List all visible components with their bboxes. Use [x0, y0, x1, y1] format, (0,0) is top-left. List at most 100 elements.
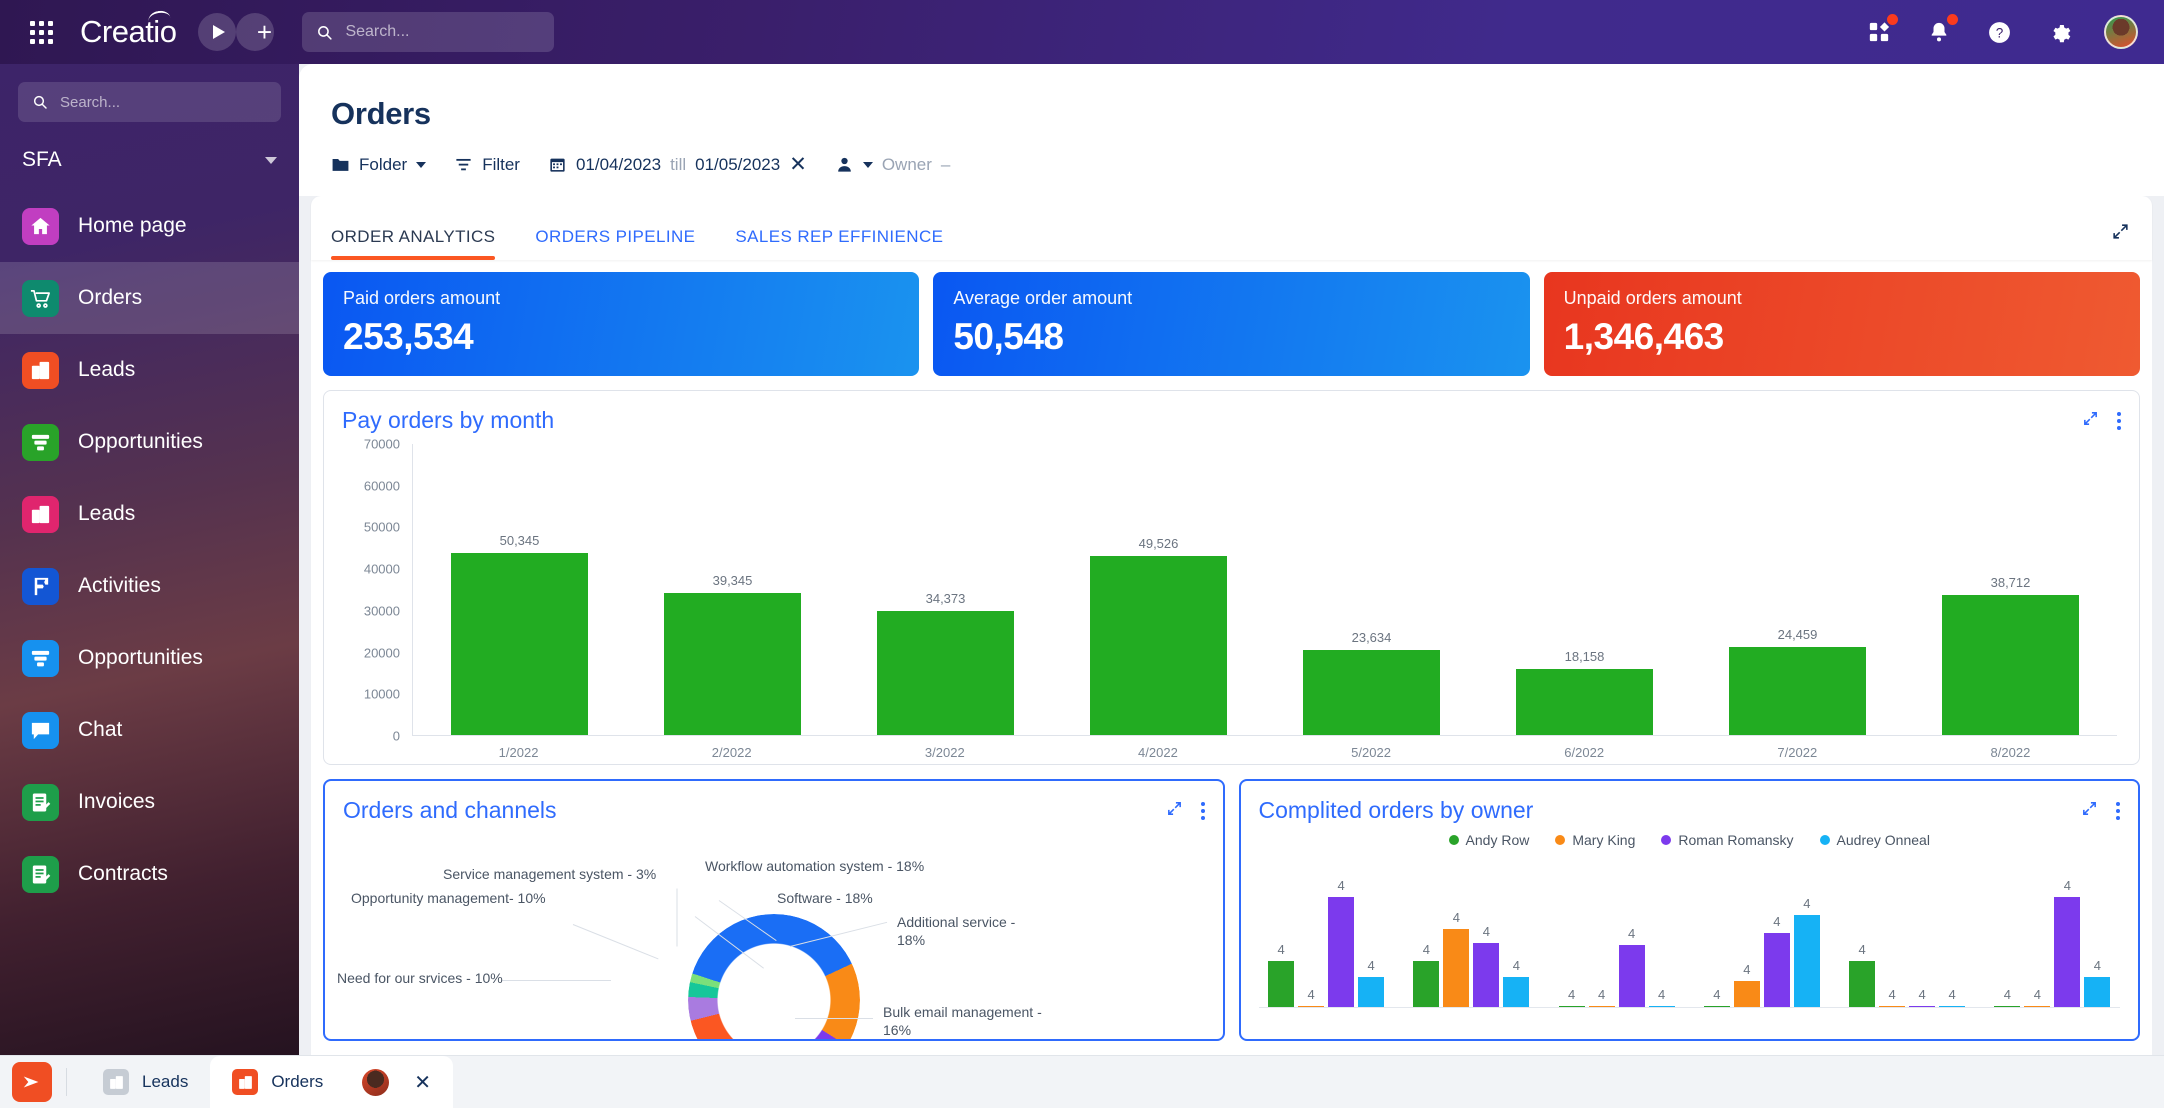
sidebar-item-home-page[interactable]: Home page — [0, 190, 299, 262]
bar-group: 4 4 4 4 — [1694, 858, 1829, 1007]
legend-item[interactable]: Roman Romansky — [1661, 832, 1794, 848]
bar[interactable] — [451, 552, 588, 735]
taskbar-item-orders[interactable]: Orders ✕ — [210, 1055, 454, 1108]
grouped-bar[interactable]: 4 — [1298, 987, 1325, 1007]
grouped-bar[interactable]: 4 — [1413, 942, 1440, 1007]
donut-label: Bulk email management - 16% — [883, 1004, 1042, 1038]
brand-logo[interactable]: Creatio — [80, 9, 177, 50]
legend-item[interactable]: Audrey Onneal — [1819, 832, 1930, 848]
kpi-card[interactable]: Paid orders amount 253,534 — [323, 272, 920, 376]
notifications-bell-icon[interactable] — [1924, 14, 1958, 47]
grouped-bar[interactable]: 4 — [1849, 942, 1876, 1007]
kpi-card[interactable]: Unpaid orders amount 1,346,463 — [1543, 272, 2140, 376]
bar-column[interactable]: 18,158 — [1478, 444, 1691, 735]
sidebar-item-contracts[interactable]: Contracts — [0, 838, 299, 910]
grouped-bar[interactable]: 4 — [2054, 878, 2081, 1007]
grouped-bar[interactable]: 4 — [1443, 910, 1470, 1007]
tab-order-analytics[interactable]: ORDER ANALYTICS — [331, 227, 496, 260]
sidebar-item-chat[interactable]: Chat — [0, 694, 299, 766]
grouped-bar[interactable]: 4 — [1558, 987, 1585, 1007]
sidebar-item-activities[interactable]: Activities — [0, 550, 299, 622]
sidebar-item-leads[interactable]: Leads — [0, 478, 299, 550]
kpi-card[interactable]: Average order amount 50,548 — [933, 272, 1530, 376]
bar[interactable] — [1516, 669, 1653, 735]
taskbar-item-leads[interactable]: Leads — [81, 1056, 210, 1108]
bar-column[interactable]: 50,345 — [413, 444, 626, 735]
sidebar-item-opportunities[interactable]: Opportunities — [0, 622, 299, 694]
bar[interactable] — [1942, 595, 2079, 735]
bar[interactable] — [1303, 649, 1440, 735]
kpi-value: 50,548 — [953, 316, 1064, 357]
bar-column[interactable]: 34,373 — [839, 444, 1052, 735]
card-title: Orders and channels — [343, 797, 557, 823]
clear-date-filter-icon[interactable]: ✕ — [789, 154, 807, 175]
bar-column[interactable]: 39,345 — [626, 444, 839, 735]
close-icon[interactable]: ✕ — [414, 1070, 431, 1095]
tab-orders-pipeline[interactable]: ORDERS PIPELINE — [535, 227, 695, 260]
grouped-bar[interactable]: 4 — [1909, 987, 1936, 1007]
grouped-bar[interactable]: 4 — [1994, 987, 2021, 1007]
sidebar-search-input[interactable]: Search... — [18, 82, 281, 122]
grouped-bar[interactable]: 4 — [2024, 987, 2051, 1007]
expand-chart-icon[interactable] — [1166, 800, 1183, 822]
sidebar-item-leads[interactable]: Leads — [0, 334, 299, 406]
legend-item[interactable]: Andy Row — [1448, 832, 1529, 848]
global-search-input[interactable]: Search... — [302, 12, 555, 52]
bar[interactable] — [877, 610, 1014, 735]
bar-column[interactable]: 23,634 — [1265, 444, 1478, 735]
legend-item[interactable]: Mary King — [1555, 832, 1635, 848]
grouped-bar[interactable]: 4 — [1703, 987, 1730, 1007]
card-header: Pay orders by month — [324, 391, 2139, 434]
owner-filter[interactable]: Owner – — [835, 154, 951, 175]
pay-orders-by-month-card: Pay orders by month 70000 60000 50000 40000… — [323, 390, 2140, 765]
grouped-bar[interactable]: 4 — [1268, 942, 1295, 1007]
grouped-bar[interactable]: 4 — [1879, 987, 1906, 1007]
bar[interactable] — [664, 592, 801, 735]
grouped-bar[interactable]: 4 — [1939, 987, 1966, 1007]
apps-grid-icon[interactable] — [18, 9, 64, 55]
grouped-bar[interactable]: 4 — [1618, 926, 1645, 1007]
leader-line — [572, 924, 659, 960]
app-logo-button[interactable] — [12, 1062, 52, 1102]
bar-column[interactable]: 49,526 — [1052, 444, 1265, 735]
kpi-value: 1,346,463 — [1563, 316, 1725, 357]
expand-chart-icon[interactable] — [2081, 800, 2098, 822]
bar-value-label: 4 — [1367, 958, 1375, 973]
play-icon[interactable] — [198, 13, 237, 51]
grouped-bar[interactable]: 4 — [1588, 987, 1615, 1007]
date-range-filter[interactable]: 01/04/2023 till 01/05/2023 ✕ — [548, 154, 807, 175]
bar-value-label: 38,712 — [1990, 575, 2031, 590]
plus-icon[interactable]: + — [236, 13, 275, 51]
sidebar-item-orders[interactable]: Orders — [0, 262, 299, 334]
workspace-selector[interactable]: SFA — [22, 148, 277, 172]
bar-column[interactable]: 24,459 — [1691, 444, 1904, 735]
marketplace-icon[interactable] — [1864, 14, 1898, 47]
grouped-bar[interactable]: 4 — [1358, 958, 1385, 1007]
sidebar-item-opportunities[interactable]: Opportunities — [0, 406, 299, 478]
bar[interactable] — [1090, 555, 1227, 735]
chart-menu-icon[interactable] — [1200, 801, 1205, 820]
grouped-bar[interactable]: 4 — [1503, 958, 1530, 1007]
folder-button[interactable]: Folder — [331, 155, 427, 175]
user-avatar[interactable] — [2104, 15, 2138, 49]
grouped-bar[interactable]: 4 — [1763, 914, 1790, 1007]
filter-button[interactable]: Filter — [454, 155, 520, 175]
tab-sales-rep-effinience[interactable]: SALES REP EFFINIENCE — [735, 227, 943, 260]
sidebar-item-invoices[interactable]: Invoices — [0, 766, 299, 838]
bar-column[interactable]: 38,712 — [1904, 444, 2117, 735]
settings-gear-icon[interactable] — [2044, 17, 2074, 47]
page-header: Orders Folder Filter 01/04/2023 till 01/… — [299, 64, 2164, 196]
grouped-bar[interactable]: 4 — [1473, 924, 1500, 1007]
grouped-bar[interactable]: 4 — [1648, 987, 1675, 1007]
bar[interactable] — [1729, 646, 1866, 735]
chart-menu-icon[interactable] — [2116, 801, 2120, 820]
grouped-bar[interactable]: 4 — [1328, 878, 1355, 1007]
chart-menu-icon[interactable] — [2117, 411, 2121, 430]
grouped-bar[interactable]: 4 — [2084, 958, 2111, 1007]
grouped-bar[interactable]: 4 — [1793, 896, 1820, 1007]
owner-value: – — [940, 154, 951, 174]
expand-chart-icon[interactable] — [2082, 410, 2099, 432]
grouped-bar[interactable]: 4 — [1733, 962, 1760, 1007]
help-question-icon[interactable]: ? — [1984, 17, 2014, 47]
expand-dashboard-icon[interactable] — [2111, 222, 2130, 246]
